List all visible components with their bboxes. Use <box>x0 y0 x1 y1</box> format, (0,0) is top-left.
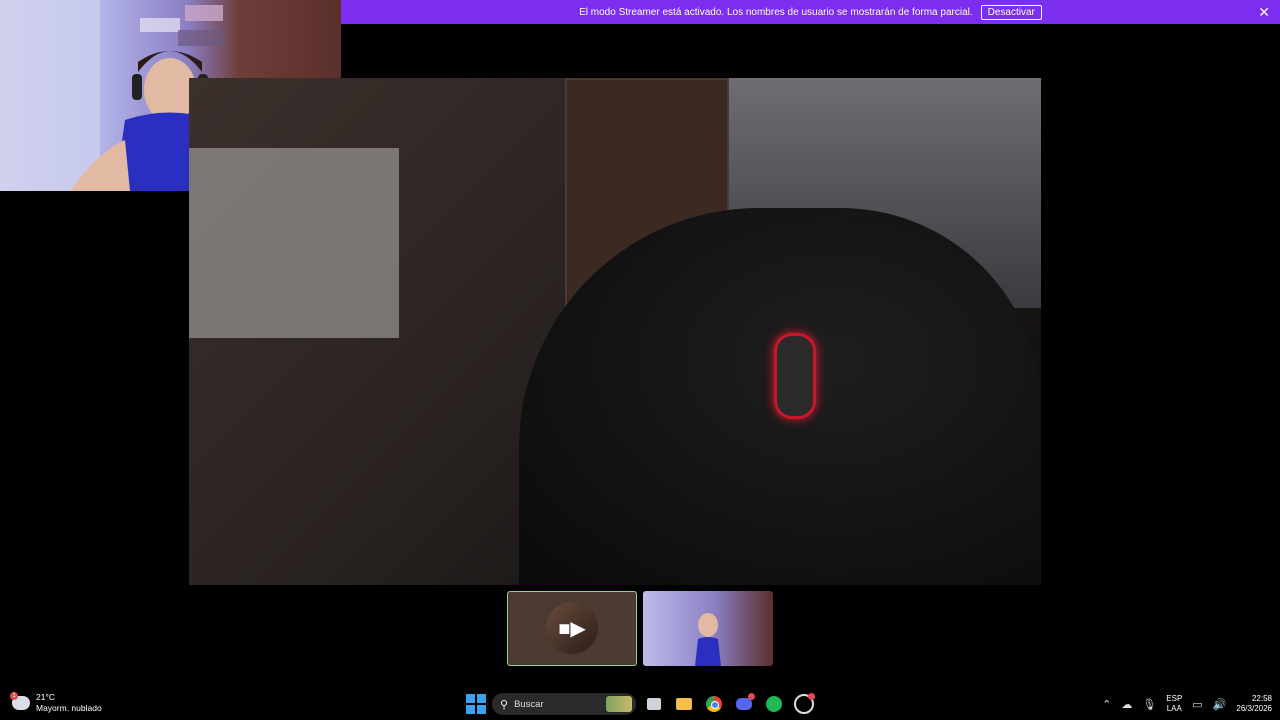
discord-button[interactable] <box>732 692 756 716</box>
microphone-icon[interactable]: 🎙 <box>1142 698 1156 711</box>
search-box[interactable]: ⚲ Buscar <box>492 693 636 715</box>
close-icon[interactable]: ✕ <box>1258 4 1270 20</box>
avatar: ■▶ <box>546 602 598 654</box>
clock[interactable]: 22:58 26/3/2026 <box>1236 694 1272 714</box>
disable-streamer-mode-button[interactable]: Desactivar <box>980 4 1042 20</box>
language-code: ESP <box>1166 694 1183 703</box>
chrome-button[interactable] <box>702 692 726 716</box>
participant-tile-self[interactable] <box>643 591 773 666</box>
weather-temp: 21°C <box>36 692 55 702</box>
task-view-icon <box>647 698 661 710</box>
clock-time: 22:58 <box>1251 694 1272 703</box>
streamer-mode-message: El modo Streamer está activado. Los nomb… <box>579 6 973 18</box>
weather-widget[interactable]: 1 21°C Mayorm. nublado <box>10 692 102 714</box>
chevron-up-icon[interactable]: ⌃ <box>1102 698 1111 711</box>
language-indicator[interactable]: ESP LAA <box>1166 694 1182 714</box>
streamer-mode-bar: El modo Streamer está activado. Los nomb… <box>341 0 1280 24</box>
network-icon[interactable]: ▭ <box>1192 698 1202 711</box>
spotify-icon <box>766 696 782 712</box>
system-tray: ⌃ ☁ 🎙 ESP LAA ▭ 🔊 22:58 26/3/2026 <box>1102 690 1272 718</box>
file-explorer-button[interactable] <box>672 692 696 716</box>
weather-badge: 1 <box>10 692 18 700</box>
keyboard-layout: LAA <box>1166 704 1182 713</box>
headset-led <box>774 333 816 419</box>
search-icon: ⚲ <box>500 698 509 711</box>
obs-button[interactable] <box>792 692 816 716</box>
participant-tile-active[interactable]: ■▶ <box>507 591 637 666</box>
search-label: Buscar <box>514 698 544 710</box>
weather-desc: Mayorm. nublado <box>36 703 102 713</box>
clock-date: 26/3/2026 <box>1236 704 1272 713</box>
volume-icon[interactable]: 🔊 <box>1213 698 1227 711</box>
notification-dot <box>748 693 755 700</box>
recording-dot <box>808 693 815 700</box>
onedrive-icon[interactable]: ☁ <box>1121 698 1132 711</box>
folder-icon <box>676 698 692 710</box>
cloud-icon: 1 <box>10 692 30 710</box>
video-camera-icon: ■▶ <box>558 617 586 640</box>
chrome-icon <box>706 696 722 712</box>
participant-thumbnail <box>695 613 721 666</box>
spotify-button[interactable] <box>762 692 786 716</box>
task-view-button[interactable] <box>642 692 666 716</box>
windows-taskbar: 1 21°C Mayorm. nublado ⚲ Buscar ⌃ ☁ 🎙 ES… <box>0 688 1280 720</box>
taskbar-center: ⚲ Buscar <box>466 690 816 718</box>
participant-tiles: ■▶ <box>507 591 773 666</box>
main-video-feed <box>189 78 1041 585</box>
start-button[interactable] <box>466 694 486 714</box>
search-highlight-image <box>606 696 632 712</box>
room-monitor <box>189 148 399 338</box>
